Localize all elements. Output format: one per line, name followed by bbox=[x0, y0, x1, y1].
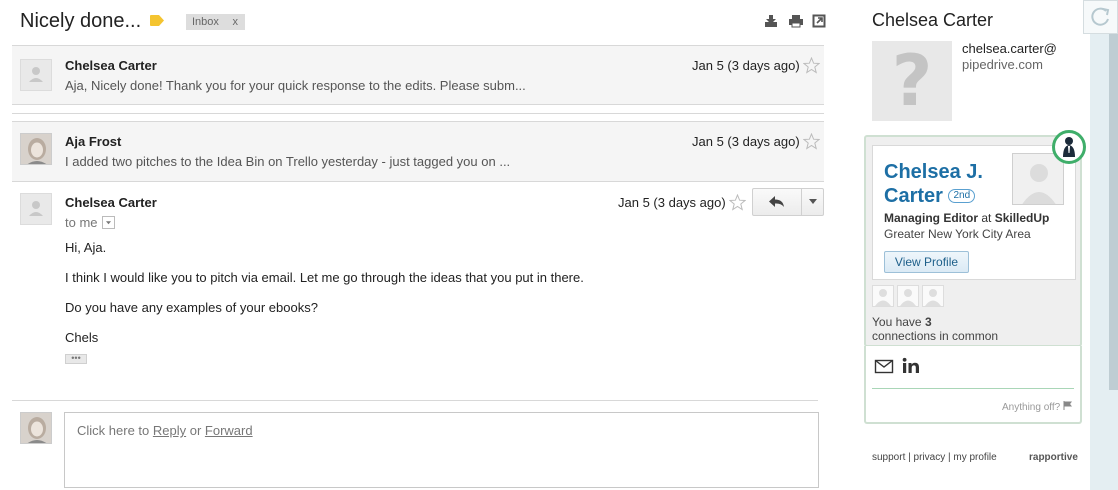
message-snippet: I added two pitches to the Idea Bin on T… bbox=[65, 154, 511, 169]
reply-area: Click here to Reply or Forward bbox=[12, 400, 824, 490]
linkedin-first-name: Chelsea J. bbox=[884, 161, 983, 183]
connection-degree-badge: 2nd bbox=[948, 189, 976, 203]
person-icon bbox=[900, 289, 916, 306]
conversation-pane: Nicely done... Inbox x Chelsea Carter Aj… bbox=[0, 0, 836, 490]
thread-subject: Nicely done... bbox=[20, 10, 142, 32]
contact-email[interactable]: chelsea.carter@ pipedrive.com bbox=[962, 41, 1057, 73]
connections-count: 3 bbox=[924, 315, 932, 329]
linkedin-panel: Chelsea J. Carter 2nd Managing Editor at… bbox=[864, 130, 1086, 347]
sidebar-footer-links: support | privacy | my profile bbox=[872, 452, 997, 463]
star-icon[interactable] bbox=[803, 57, 820, 74]
thread-divider bbox=[12, 113, 824, 114]
anything-off-link[interactable]: Anything off? bbox=[1002, 401, 1072, 413]
print-icon[interactable] bbox=[789, 14, 803, 28]
connection-avatar[interactable] bbox=[922, 285, 944, 307]
person-icon bbox=[29, 201, 43, 216]
connections-suffix: connections in common bbox=[872, 329, 999, 343]
show-details-dropdown[interactable] bbox=[102, 216, 115, 229]
linkedin-icon[interactable] bbox=[901, 356, 921, 376]
person-badge-icon bbox=[1063, 137, 1075, 157]
reply-link[interactable]: Reply bbox=[153, 423, 186, 438]
default-avatar bbox=[20, 59, 52, 91]
message-body-line: Do you have any examples of your ebooks? bbox=[65, 300, 318, 315]
save-icon[interactable] bbox=[764, 14, 778, 28]
remove-label-button[interactable]: x bbox=[233, 14, 239, 30]
forward-link[interactable]: Forward bbox=[205, 423, 253, 438]
star-icon[interactable] bbox=[803, 133, 820, 150]
reply-arrow-icon bbox=[769, 196, 784, 207]
message-body-line: Hi, Aja. bbox=[65, 240, 107, 255]
company-name: SkilledUp bbox=[994, 211, 1050, 225]
connection-avatar[interactable] bbox=[897, 285, 919, 307]
linkedin-headline: Managing Editor at SkilledUp bbox=[884, 211, 1049, 225]
subject-bar: Nicely done... Inbox x bbox=[0, 0, 836, 44]
connection-avatar[interactable] bbox=[872, 285, 894, 307]
person-icon bbox=[875, 289, 891, 306]
message-sender: Chelsea Carter bbox=[65, 195, 157, 210]
links-divider bbox=[872, 388, 1074, 389]
linkedin-last-name: Carter bbox=[884, 185, 943, 207]
refresh-icon bbox=[1091, 7, 1110, 26]
message-date: Jan 5 (3 days ago) bbox=[692, 134, 800, 149]
view-profile-button[interactable]: View Profile bbox=[884, 251, 969, 273]
message-date: Jan 5 (3 days ago) bbox=[618, 195, 726, 210]
reply-prompt-or: or bbox=[186, 423, 205, 438]
connections-prefix: You have bbox=[872, 315, 925, 329]
social-links-panel: Anything off? bbox=[864, 346, 1082, 424]
expanded-message: Chelsea Carter to me Jan 5 (3 days ago) … bbox=[12, 183, 824, 378]
star-icon[interactable] bbox=[729, 194, 746, 211]
connections-in-common[interactable]: You have 3 connections in common bbox=[872, 315, 998, 343]
message-sender: Chelsea Carter bbox=[65, 58, 157, 73]
contact-name: Chelsea Carter bbox=[872, 10, 994, 30]
collapsed-message[interactable]: Aja Frost I added two pitches to the Ide… bbox=[12, 121, 824, 182]
email-user: chelsea.carter@ bbox=[962, 41, 1057, 56]
email-domain: pipedrive.com bbox=[962, 57, 1043, 72]
anything-off-text: Anything off? bbox=[1002, 402, 1061, 413]
button-divider bbox=[801, 189, 802, 215]
label-tag-icon[interactable] bbox=[150, 15, 164, 26]
reply-button[interactable] bbox=[752, 188, 824, 216]
support-link[interactable]: support bbox=[872, 452, 905, 463]
message-sender: Aja Frost bbox=[65, 134, 122, 149]
job-title: Managing Editor bbox=[884, 211, 978, 225]
contact-sidebar: Chelsea Carter ? chelsea.carter@ pipedri… bbox=[856, 0, 1096, 490]
linkedin-card: Chelsea J. Carter 2nd Managing Editor at… bbox=[872, 145, 1076, 280]
reply-prompt-prefix: Click here to bbox=[77, 423, 153, 438]
collapsed-message[interactable]: Chelsea Carter Aja, Nicely done! Thank y… bbox=[12, 45, 824, 105]
inbox-label-text: Inbox bbox=[192, 16, 219, 28]
linkedin-location: Greater New York City Area bbox=[884, 227, 1031, 241]
message-body-line: I think I would like you to pitch via em… bbox=[65, 270, 584, 285]
new-window-icon[interactable] bbox=[812, 14, 826, 28]
refresh-widget[interactable] bbox=[1083, 0, 1118, 34]
recipient-label: to me bbox=[65, 215, 98, 230]
dropdown-arrow-icon[interactable] bbox=[808, 199, 818, 205]
person-icon bbox=[925, 289, 941, 306]
footer-separator: | bbox=[905, 452, 914, 463]
privacy-link[interactable]: privacy bbox=[914, 452, 946, 463]
linkedin-badge[interactable] bbox=[1052, 130, 1086, 164]
my-profile-link[interactable]: my profile bbox=[953, 452, 996, 463]
flag-icon bbox=[1063, 401, 1072, 410]
message-body-line: Chels bbox=[65, 330, 99, 345]
show-trimmed-content-button[interactable]: ••• bbox=[65, 354, 87, 364]
contact-avatar-placeholder: ? bbox=[872, 41, 952, 121]
linkedin-name[interactable]: Chelsea J. Carter 2nd bbox=[884, 160, 1004, 208]
rapportive-brand-link[interactable]: rapportive bbox=[1029, 452, 1078, 463]
person-icon bbox=[29, 67, 43, 82]
scrollbar[interactable] bbox=[1109, 30, 1118, 390]
person-silhouette-icon bbox=[1022, 164, 1056, 204]
my-avatar-photo bbox=[20, 412, 52, 444]
reply-box[interactable]: Click here to Reply or Forward bbox=[64, 412, 819, 488]
message-date: Jan 5 (3 days ago) bbox=[692, 58, 800, 73]
job-at: at bbox=[978, 211, 995, 225]
sender-avatar-photo bbox=[20, 133, 52, 165]
message-snippet: Aja, Nicely done! Thank you for your qui… bbox=[65, 78, 526, 93]
inbox-label-chip[interactable]: Inbox x bbox=[186, 14, 245, 30]
reply-prompt: Click here to Reply or Forward bbox=[77, 423, 253, 438]
mail-icon[interactable] bbox=[874, 356, 894, 376]
default-avatar bbox=[20, 193, 52, 225]
